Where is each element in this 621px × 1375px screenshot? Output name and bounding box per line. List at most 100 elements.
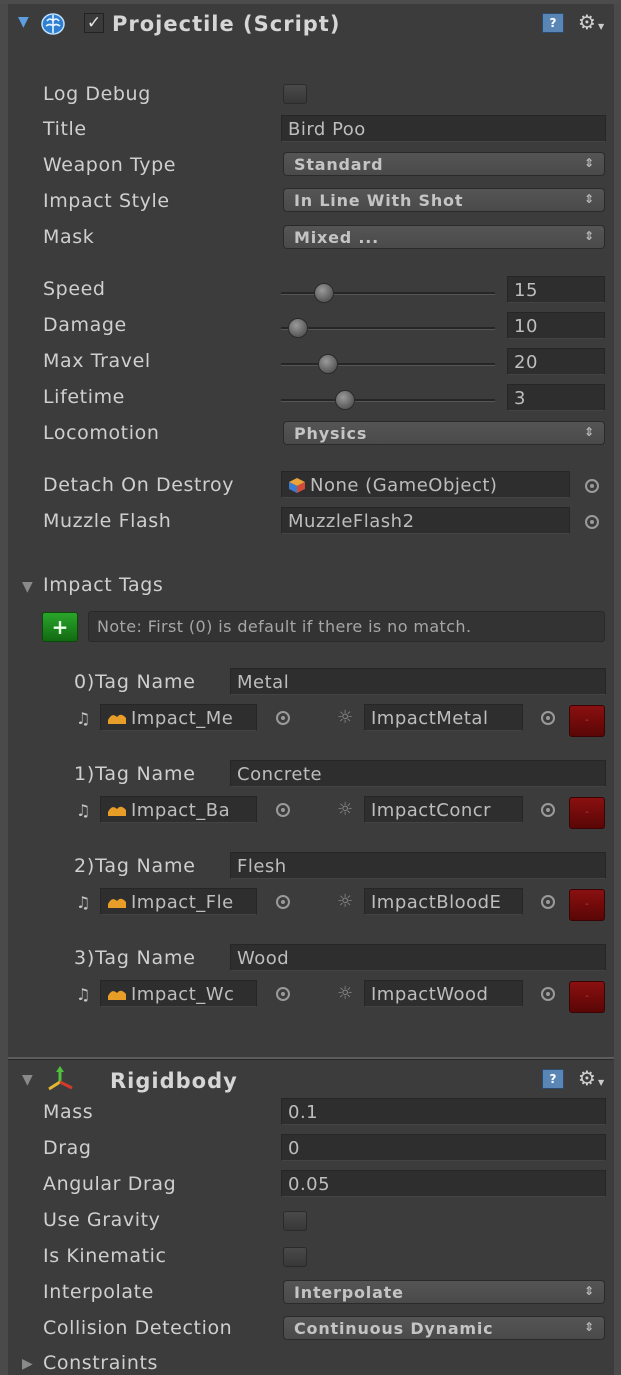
effect-prefab-icon: ☼: [337, 707, 354, 728]
object-picker-icon[interactable]: [541, 895, 555, 909]
impact-style-value: In Line With Shot: [294, 191, 464, 210]
impact-effect-field[interactable]: ImpactWood: [364, 980, 523, 1007]
locomotion-popup[interactable]: Physics ⇕: [283, 421, 605, 445]
collision-detection-popup[interactable]: Continuous Dynamic ⇕: [283, 1316, 605, 1340]
detach-on-destroy-field[interactable]: None (GameObject): [281, 471, 570, 498]
damage-slider-thumb[interactable]: [288, 318, 309, 338]
collision-detection-label: Collision Detection: [43, 1317, 233, 1339]
popup-arrows-icon: ⇕: [584, 425, 595, 439]
foldout-open-icon[interactable]: ▼: [22, 579, 33, 595]
add-tag-button[interactable]: +: [42, 612, 78, 642]
object-picker-icon[interactable]: [541, 987, 555, 1001]
effect-prefab-icon: ☼: [337, 891, 354, 912]
foldout-open-icon[interactable]: ▼: [18, 14, 29, 30]
tag-name-input[interactable]: Concrete: [230, 760, 606, 787]
tag-name-input[interactable]: Flesh: [230, 852, 606, 879]
help-book-icon[interactable]: ?: [542, 1069, 564, 1089]
muzzle-flash-label: Muzzle Flash: [43, 510, 172, 532]
brain-script-icon: [41, 13, 65, 35]
max-travel-label: Max Travel: [43, 350, 151, 372]
is-kinematic-label: Is Kinematic: [43, 1245, 167, 1267]
music-note-icon: ♫: [76, 893, 91, 912]
gear-icon[interactable]: ⚙: [578, 1066, 596, 1090]
muzzle-flash-field[interactable]: MuzzleFlash2: [281, 507, 570, 534]
damage-label: Damage: [43, 314, 127, 336]
remove-tag-button[interactable]: -: [569, 981, 605, 1013]
popup-arrows-icon: ⇕: [584, 192, 595, 206]
object-picker-icon[interactable]: [541, 803, 555, 817]
max-travel-slider-track[interactable]: [281, 363, 495, 366]
lifetime-slider-track[interactable]: [281, 399, 495, 402]
object-picker-icon[interactable]: [276, 987, 290, 1001]
audio-clip-icon: [108, 898, 126, 908]
help-book-icon[interactable]: ?: [542, 13, 564, 33]
impact-audio-field[interactable]: Impact_Ba: [100, 796, 257, 823]
title-input[interactable]: Bird Poo: [281, 115, 606, 142]
tag-name-input[interactable]: Wood: [230, 944, 606, 971]
tag-name-label: 1)Tag Name: [74, 763, 196, 785]
speed-slider-thumb[interactable]: [313, 283, 334, 303]
impact-audio-value: Impact_Wc: [131, 984, 235, 1005]
object-picker-icon[interactable]: [276, 711, 290, 725]
interpolate-value: Interpolate: [294, 1283, 404, 1302]
speed-input[interactable]: 15: [507, 276, 605, 303]
lifetime-label: Lifetime: [43, 386, 125, 408]
lifetime-input[interactable]: 3: [507, 384, 605, 411]
max-travel-input[interactable]: 20: [507, 348, 605, 375]
enabled-checkbox[interactable]: ✓: [84, 13, 104, 33]
mask-label: Mask: [43, 226, 95, 248]
lifetime-slider-thumb[interactable]: [335, 390, 356, 410]
object-picker-icon[interactable]: [585, 479, 599, 493]
impact-tags-label[interactable]: Impact Tags: [43, 574, 163, 596]
impact-effect-field[interactable]: ImpactBloodE: [364, 888, 523, 915]
gear-icon[interactable]: ⚙: [578, 10, 596, 34]
panel-left-edge: [0, 0, 8, 1375]
angular-drag-input[interactable]: 0.05: [281, 1170, 606, 1197]
impact-audio-field[interactable]: Impact_Wc: [100, 980, 257, 1007]
drag-label: Drag: [43, 1137, 92, 1159]
object-picker-icon[interactable]: [276, 895, 290, 909]
detach-on-destroy-value: None (GameObject): [310, 475, 498, 496]
remove-tag-button[interactable]: -: [569, 797, 605, 829]
damage-input[interactable]: 10: [507, 312, 605, 339]
tag-name-input[interactable]: Metal: [230, 668, 606, 695]
impact-audio-field[interactable]: Impact_Me: [100, 704, 257, 731]
mass-input[interactable]: 0.1: [281, 1098, 606, 1125]
is-kinematic-checkbox[interactable]: [283, 1247, 307, 1267]
impact-tags-note: Note: First (0) is default if there is n…: [88, 611, 605, 642]
interpolate-popup[interactable]: Interpolate ⇕: [283, 1280, 605, 1304]
impact-style-popup[interactable]: In Line With Shot ⇕: [283, 188, 605, 212]
object-picker-icon[interactable]: [585, 515, 599, 529]
foldout-closed-icon[interactable]: ▶: [22, 1356, 33, 1372]
impact-effect-field[interactable]: ImpactMetal: [364, 704, 523, 731]
object-picker-icon[interactable]: [276, 803, 290, 817]
log-debug-checkbox[interactable]: [283, 84, 307, 104]
script-component-header[interactable]: ▼ ✓ Projectile (Script) ? ⚙ ▼: [14, 8, 614, 42]
detach-on-destroy-label: Detach On Destroy: [43, 474, 235, 496]
rigidbody-title: Rigidbody: [110, 1069, 238, 1093]
drag-input[interactable]: 0: [281, 1134, 606, 1161]
use-gravity-checkbox[interactable]: [283, 1211, 307, 1231]
foldout-open-icon[interactable]: ▼: [22, 1072, 33, 1088]
weapon-type-popup[interactable]: Standard ⇕: [283, 152, 605, 176]
effect-prefab-icon: ☼: [337, 799, 354, 820]
mask-popup[interactable]: Mixed ... ⇕: [283, 225, 605, 249]
impact-effect-field[interactable]: ImpactConcr: [364, 796, 523, 823]
popup-arrows-icon: ⇕: [584, 156, 595, 170]
panel-top-strip: [0, 0, 621, 4]
remove-tag-button[interactable]: -: [569, 705, 605, 737]
object-picker-icon[interactable]: [541, 711, 555, 725]
weapon-type-value: Standard: [294, 155, 384, 174]
damage-slider-track[interactable]: [281, 327, 495, 330]
impact-audio-value: Impact_Fle: [131, 892, 234, 913]
impact-audio-field[interactable]: Impact_Fle: [100, 888, 257, 915]
remove-tag-button[interactable]: -: [569, 889, 605, 921]
use-gravity-label: Use Gravity: [43, 1209, 161, 1231]
locomotion-label: Locomotion: [43, 422, 160, 444]
audio-clip-icon: [108, 806, 126, 816]
max-travel-slider-thumb[interactable]: [318, 354, 339, 374]
constraints-label[interactable]: Constraints: [43, 1352, 158, 1374]
rigidbody-component-header[interactable]: ▼ Rigidbody ? ⚙ ▼: [14, 1064, 614, 1098]
component-divider-shadow: [8, 1059, 614, 1060]
mask-value: Mixed ...: [294, 228, 380, 247]
